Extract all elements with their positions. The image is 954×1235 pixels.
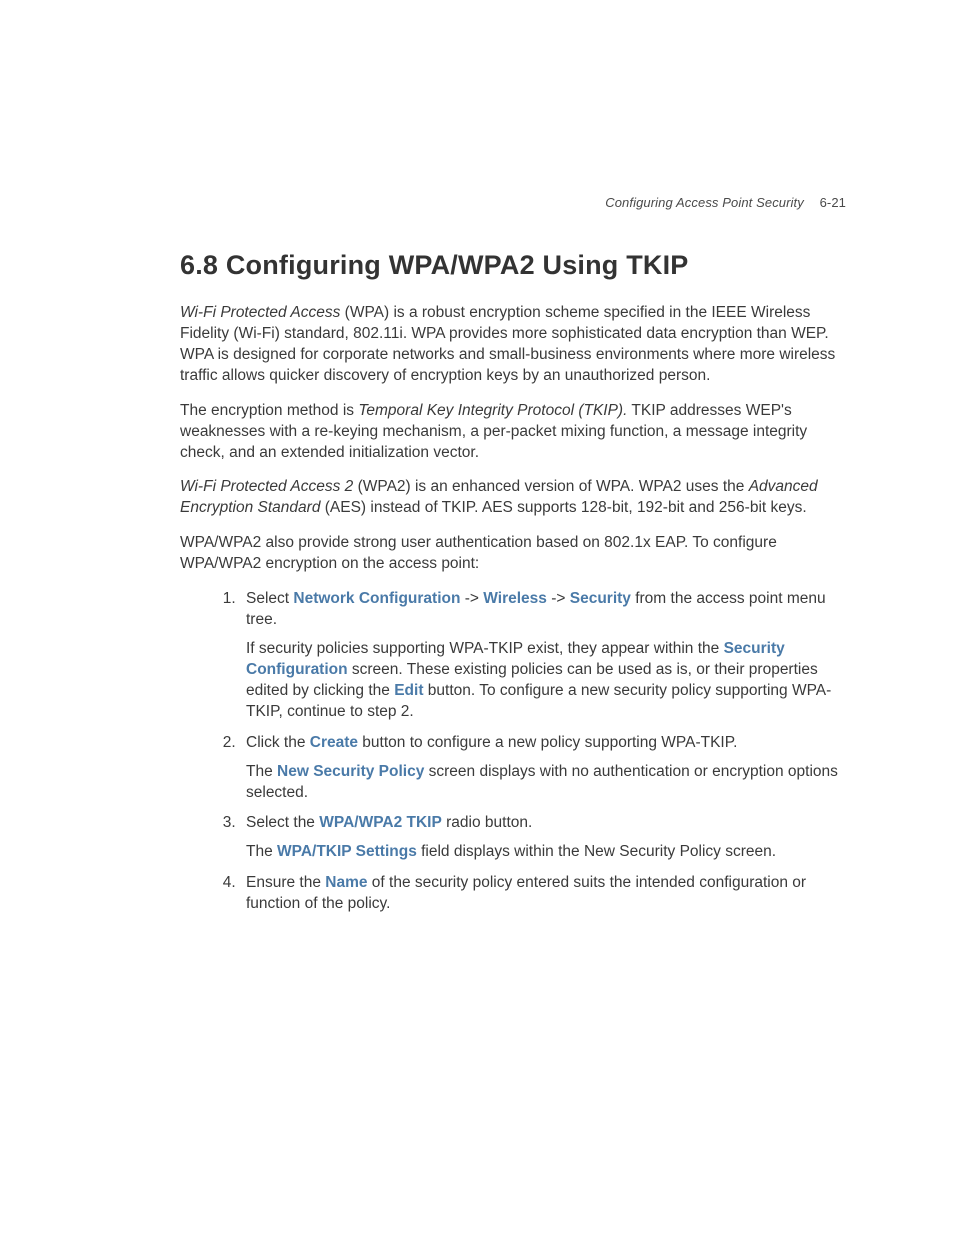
section-heading: 6.8 Configuring WPA/WPA2 Using TKIP <box>180 250 846 281</box>
term-tkip: Temporal Key Integrity Protocol (TKIP). <box>358 402 627 419</box>
steps-list: Select Network Configuration -> Wireless… <box>180 589 846 915</box>
step-3: Select the WPA/WPA2 TKIP radio button. T… <box>240 813 846 863</box>
step-1: Select Network Configuration -> Wireless… <box>240 589 846 723</box>
ui-new-security-policy: New Security Policy <box>277 763 424 780</box>
ui-name: Name <box>325 874 367 891</box>
section-title: Configuring WPA/WPA2 Using TKIP <box>226 250 689 280</box>
page-number: 6-21 <box>820 195 846 210</box>
document-page: Configuring Access Point Security 6-21 6… <box>0 0 954 1235</box>
ui-security: Security <box>570 590 631 607</box>
ui-wireless: Wireless <box>483 590 547 607</box>
paragraph-2: The encryption method is Temporal Key In… <box>180 401 846 464</box>
paragraph-3: Wi-Fi Protected Access 2 (WPA2) is an en… <box>180 477 846 519</box>
running-title: Configuring Access Point Security <box>605 195 804 210</box>
content-body: 6.8 Configuring WPA/WPA2 Using TKIP Wi-F… <box>180 250 846 915</box>
ui-network-configuration: Network Configuration <box>293 590 460 607</box>
ui-create: Create <box>310 734 358 751</box>
term-wpa2: Wi-Fi Protected Access 2 <box>180 478 353 495</box>
step-4: Ensure the Name of the security policy e… <box>240 873 846 915</box>
ui-wpa-wpa2-tkip: WPA/WPA2 TKIP <box>319 814 442 831</box>
ui-edit: Edit <box>394 682 423 699</box>
running-header: Configuring Access Point Security 6-21 <box>605 195 846 210</box>
paragraph-4: WPA/WPA2 also provide strong user authen… <box>180 533 846 575</box>
step-2: Click the Create button to configure a n… <box>240 733 846 804</box>
step-3-detail: The WPA/TKIP Settings field displays wit… <box>246 842 846 863</box>
section-number: 6.8 <box>180 250 218 280</box>
ui-wpa-tkip-settings: WPA/TKIP Settings <box>277 843 417 860</box>
term-wpa: Wi-Fi Protected Access <box>180 304 340 321</box>
step-2-detail: The New Security Policy screen displays … <box>246 762 846 804</box>
paragraph-1: Wi-Fi Protected Access (WPA) is a robust… <box>180 303 846 387</box>
step-1-detail: If security policies supporting WPA-TKIP… <box>246 639 846 723</box>
